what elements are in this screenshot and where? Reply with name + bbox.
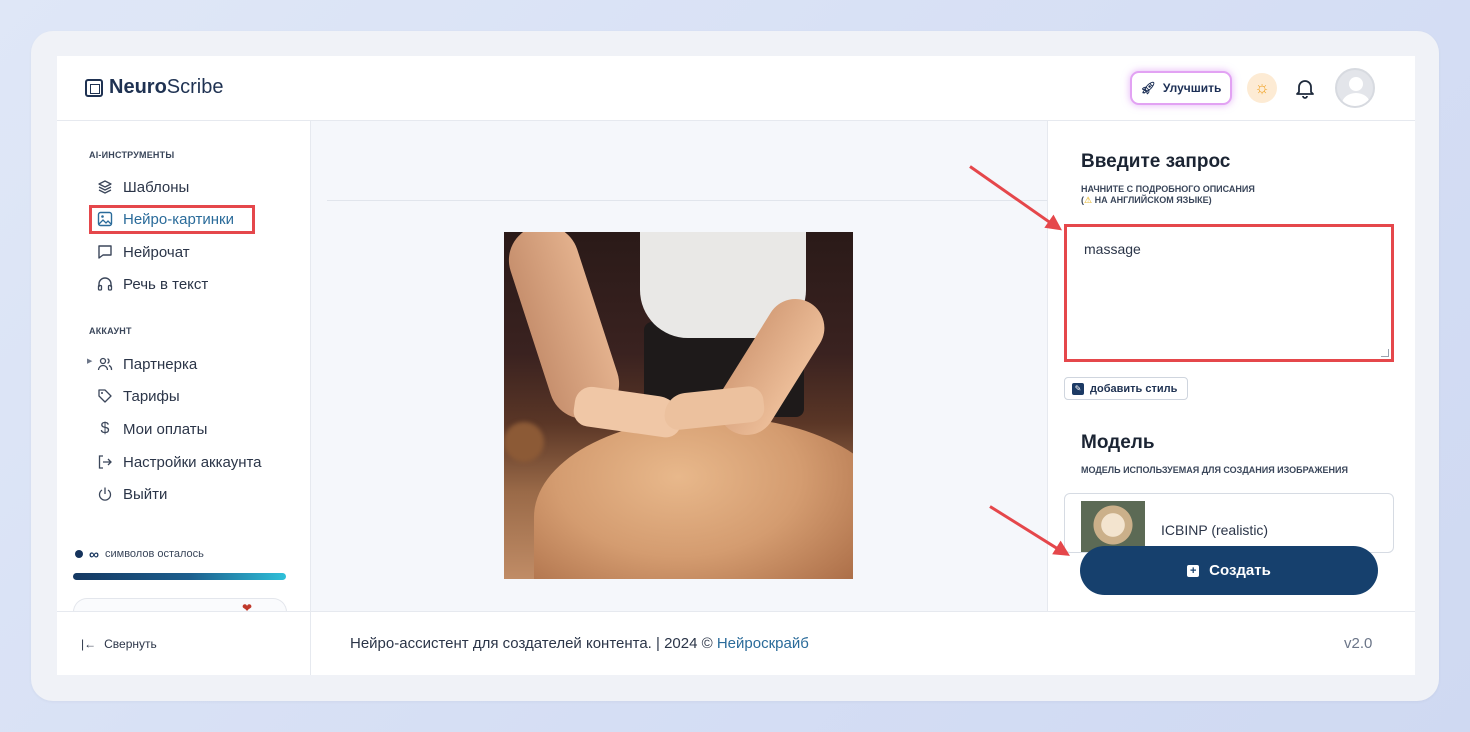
caret-right-icon[interactable]: ▶ bbox=[87, 357, 92, 365]
resize-handle[interactable] bbox=[1381, 349, 1389, 357]
upgrade-button[interactable]: 🚀︎ Улучшить bbox=[1130, 71, 1232, 105]
generated-image[interactable] bbox=[504, 232, 853, 579]
collapse-icon: |← bbox=[81, 637, 97, 651]
dollar-icon: $ bbox=[100, 420, 110, 437]
footer: |← Свернуть Нейро-ассистент для создател… bbox=[57, 611, 1415, 675]
sidebar-item-label: Настройки аккаунта bbox=[123, 453, 262, 471]
logo-text: NeuroScribe bbox=[109, 76, 224, 98]
sidebar-item-tariffs[interactable]: Тарифы bbox=[97, 385, 180, 407]
section-label-tools: AI-ИНСТРУМЕНТЫ bbox=[89, 150, 175, 160]
sidebar-item-label: Речь в текст bbox=[123, 275, 209, 293]
sidebar-item-speech-to-text[interactable]: Речь в текст bbox=[97, 273, 208, 295]
plus-icon: + bbox=[1187, 564, 1200, 577]
sidebar: AI-ИНСТРУМЕНТЫ Шаблоны Нейро-картинки Не… bbox=[57, 121, 311, 618]
sidebar-item-label: Шаблоны bbox=[123, 178, 190, 196]
sidebar-item-neurochat[interactable]: Нейрочат bbox=[97, 241, 190, 263]
symbols-progress-bar bbox=[73, 573, 286, 580]
sidebar-item-label: Партнерка bbox=[123, 355, 198, 373]
prompt-title: Введите запрос bbox=[1081, 151, 1231, 172]
create-button[interactable]: + Создать bbox=[1080, 546, 1378, 595]
headphones-icon bbox=[97, 276, 113, 292]
sidebar-item-label: Тарифы bbox=[123, 387, 180, 405]
collapse-label: Свернуть bbox=[104, 637, 157, 651]
model-title: Модель bbox=[1081, 432, 1155, 453]
model-name: ICBINP (realistic) bbox=[1161, 522, 1269, 538]
section-label-account: АККАУНТ bbox=[89, 326, 132, 336]
settings-panel: Введите запрос НАЧНИТЕ С ПОДРОБНОГО ОПИС… bbox=[1047, 121, 1415, 611]
edit-icon: ✎ bbox=[1072, 382, 1084, 395]
prompt-hint: НАЧНИТЕ С ПОДРОБНОГО ОПИСАНИЯ (⚠ НА АНГЛ… bbox=[1081, 184, 1255, 205]
layers-icon bbox=[97, 179, 113, 195]
sidebar-item-logout[interactable]: Выйти bbox=[97, 483, 167, 505]
status-dot bbox=[75, 550, 83, 558]
footer-link[interactable]: Нейроскрайб bbox=[717, 635, 809, 652]
app-window: NeuroScribe 🚀︎ Улучшить ☼ AI-ИНСТРУМЕНТЫ… bbox=[57, 56, 1415, 675]
model-select[interactable]: ICBINP (realistic) bbox=[1064, 493, 1394, 553]
model-hint: МОДЕЛЬ ИСПОЛЬЗУЕМАЯ ДЛЯ СОЗДАНИЯ ИЗОБРАЖ… bbox=[1081, 465, 1348, 475]
avatar[interactable] bbox=[1335, 68, 1375, 108]
top-header: NeuroScribe 🚀︎ Улучшить ☼ bbox=[57, 56, 1415, 121]
logo-icon bbox=[85, 78, 103, 97]
theme-toggle-sun-icon[interactable]: ☼ bbox=[1247, 73, 1277, 103]
rocket-icon: 🚀︎ bbox=[1140, 81, 1156, 95]
sidebar-item-payments[interactable]: $ Мои оплаты bbox=[97, 418, 208, 440]
add-style-label: добавить стиль bbox=[1090, 382, 1178, 395]
bell-icon[interactable] bbox=[1293, 76, 1317, 100]
footer-text: Нейро-ассистент для создателей контента.… bbox=[350, 635, 809, 652]
create-label: Создать bbox=[1209, 562, 1271, 579]
symbols-label: символов осталось bbox=[104, 548, 204, 560]
symbols-remaining: ∞ символов осталось bbox=[75, 546, 204, 562]
sidebar-item-templates[interactable]: Шаблоны bbox=[97, 176, 189, 198]
warning-icon: ⚠ bbox=[1084, 195, 1093, 205]
divider bbox=[327, 200, 1047, 201]
logo[interactable]: NeuroScribe bbox=[85, 76, 224, 99]
login-icon bbox=[97, 454, 113, 470]
prompt-value: massage bbox=[1084, 241, 1141, 257]
users-icon bbox=[97, 356, 113, 372]
collapse-button[interactable]: |← Свернуть bbox=[81, 637, 157, 651]
sidebar-item-partners[interactable]: Партнерка bbox=[97, 353, 197, 375]
sidebar-item-label: Нейрочат bbox=[123, 243, 190, 261]
tag-icon bbox=[97, 388, 113, 404]
sidebar-item-label: Выйти bbox=[123, 485, 168, 503]
sidebar-item-account-settings[interactable]: Настройки аккаунта bbox=[97, 451, 262, 473]
version-label: v2.0 bbox=[1344, 635, 1373, 652]
image-canvas bbox=[311, 121, 1047, 611]
power-icon bbox=[97, 486, 113, 502]
prompt-input[interactable]: massage bbox=[1064, 224, 1394, 362]
chat-icon bbox=[97, 244, 113, 260]
upgrade-label: Улучшить bbox=[1162, 81, 1222, 95]
infinity-value: ∞ bbox=[89, 546, 99, 562]
sidebar-item-label: Мои оплаты bbox=[123, 420, 208, 438]
add-style-button[interactable]: ✎ добавить стиль bbox=[1064, 377, 1189, 400]
highlight-box bbox=[89, 205, 255, 234]
